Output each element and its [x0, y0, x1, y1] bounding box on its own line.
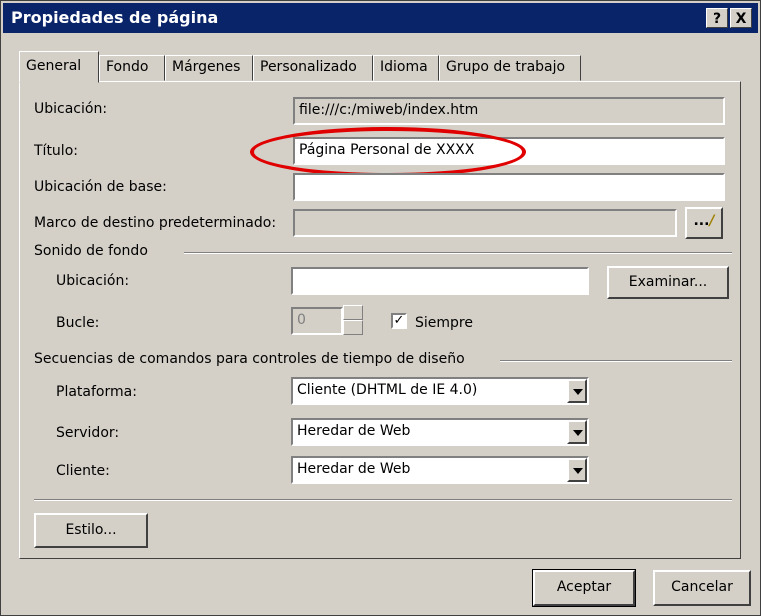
- client-select[interactable]: Heredar de Web: [291, 456, 589, 484]
- chevron-down-icon[interactable]: [567, 458, 587, 482]
- ok-button[interactable]: Aceptar: [532, 569, 636, 607]
- scripts-group-title: Secuencias de comandos para controles de…: [34, 351, 465, 367]
- frame-label: Marco de destino predeterminado:: [34, 215, 277, 231]
- client-label: Cliente:: [56, 463, 110, 479]
- title-bar: Propiedades de página ? X: [3, 3, 758, 33]
- tab-fondo[interactable]: Fondo: [99, 55, 165, 81]
- pencil-icon: /: [709, 213, 715, 229]
- always-label: Siempre: [415, 315, 473, 331]
- frame-field: [293, 209, 677, 237]
- base-location-input[interactable]: [293, 173, 725, 201]
- server-value: Heredar de Web: [297, 423, 411, 439]
- frame-browse-button[interactable]: .../: [685, 207, 723, 239]
- sound-location-label: Ubicación:: [56, 273, 130, 289]
- window-title: Propiedades de página: [11, 8, 219, 27]
- loop-spin-down[interactable]: [343, 320, 363, 335]
- title-input[interactable]: Página Personal de XXXX: [293, 137, 725, 165]
- platform-label: Plataforma:: [56, 384, 137, 400]
- tab-margenes[interactable]: Márgenes: [165, 55, 253, 81]
- bottom-separator: [34, 499, 732, 501]
- help-icon[interactable]: ?: [706, 8, 728, 28]
- sound-location-input[interactable]: [291, 267, 589, 295]
- sound-group-title: Sonido de fondo: [34, 243, 148, 259]
- loop-label: Bucle:: [56, 315, 100, 331]
- server-select[interactable]: Heredar de Web: [291, 418, 589, 446]
- tab-idioma[interactable]: Idioma: [373, 55, 439, 81]
- tab-grupo-trabajo[interactable]: Grupo de trabajo: [439, 55, 581, 81]
- platform-select[interactable]: Cliente (DHTML de IE 4.0): [291, 377, 589, 405]
- server-label: Servidor:: [56, 425, 120, 441]
- chevron-down-icon[interactable]: [567, 379, 587, 403]
- location-field: file:///c:/miweb/index.htm: [293, 97, 725, 125]
- tab-general[interactable]: General: [19, 51, 99, 83]
- frame-browse-label: ...: [693, 213, 710, 229]
- sound-group-separator: [184, 252, 732, 254]
- always-checkbox[interactable]: ✓: [391, 313, 407, 329]
- platform-value: Cliente (DHTML de IE 4.0): [297, 382, 478, 398]
- loop-input[interactable]: 0: [291, 307, 343, 335]
- client-value: Heredar de Web: [297, 461, 411, 477]
- title-label: Título:: [34, 143, 78, 159]
- tab-personalizado[interactable]: Personalizado: [253, 55, 373, 81]
- base-location-label: Ubicación de base:: [34, 179, 167, 195]
- location-label: Ubicación:: [34, 101, 108, 117]
- browse-button[interactable]: Examinar...: [607, 266, 729, 299]
- style-button[interactable]: Estilo...: [34, 513, 148, 548]
- loop-spin-up[interactable]: [343, 305, 363, 320]
- scripts-group-separator: [500, 360, 732, 362]
- chevron-down-icon[interactable]: [567, 420, 587, 444]
- close-icon[interactable]: X: [730, 8, 752, 28]
- page-properties-dialog: Propiedades de página ? X General Fondo …: [0, 0, 761, 616]
- cancel-button[interactable]: Cancelar: [653, 570, 751, 606]
